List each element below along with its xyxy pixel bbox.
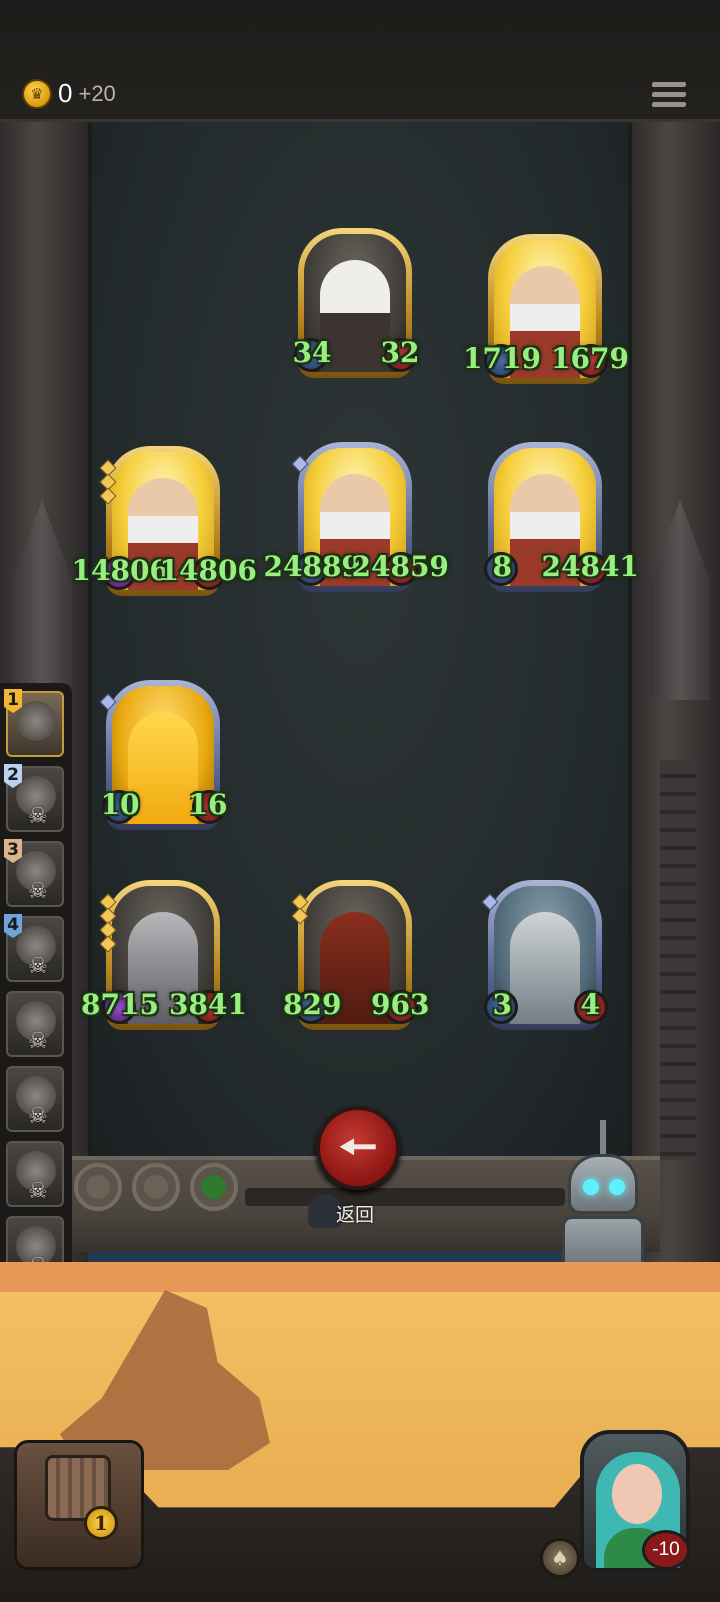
- minion-health: 32: [380, 336, 420, 369]
- empty-slot: [74, 1163, 122, 1211]
- avatar: [16, 701, 56, 741]
- acorn-icon[interactable]: ♠: [540, 1538, 580, 1578]
- minion-health: 963: [371, 988, 430, 1021]
- empty-slot: [132, 1163, 180, 1211]
- gold-income: +20: [78, 80, 116, 106]
- minion-attack: 8715: [81, 988, 159, 1021]
- skull-icon: ☠: [28, 879, 48, 904]
- minion-attack: 1719: [463, 342, 541, 375]
- opponent-portrait[interactable]: ☠: [6, 991, 64, 1057]
- minion-health: 14806: [159, 554, 257, 587]
- skull-icon: ☠: [28, 804, 48, 829]
- board-rail: [245, 1188, 565, 1206]
- minion-attack: 14806: [71, 554, 169, 587]
- treasure-chest-button[interactable]: [14, 1440, 144, 1570]
- chest-count-badge: 1: [84, 1506, 118, 1540]
- minion-attack: 829: [283, 988, 342, 1021]
- back-button-label: 返回: [336, 1204, 375, 1226]
- top-bar: ♛ 0 +20: [0, 0, 720, 122]
- minion-attack: 8: [492, 550, 512, 583]
- minion-health: 3841: [169, 988, 247, 1021]
- minion-attack: 34: [292, 336, 332, 369]
- back-button[interactable]: 🠔: [316, 1106, 400, 1190]
- minion-health: 24841: [541, 550, 639, 583]
- skull-icon: ☠: [28, 954, 48, 979]
- minion-health: 16: [188, 788, 228, 821]
- minion-health: 24859: [351, 550, 449, 583]
- crown-coin-icon: ♛: [22, 78, 52, 109]
- skull-icon: ☠: [28, 1179, 48, 1204]
- minion-attack: 3: [492, 988, 512, 1021]
- gold-amount: 0: [58, 78, 73, 108]
- opponent-portrait[interactable]: ☠: [6, 1141, 64, 1207]
- opponent-portrait[interactable]: ☠ 3: [4, 839, 64, 907]
- opponent-portrait[interactable]: ☠ 4: [4, 914, 64, 982]
- minion-health: 4: [580, 988, 600, 1021]
- skull-icon: ☠: [28, 1029, 48, 1054]
- hamburger-menu-icon[interactable]: [651, 82, 687, 114]
- right-column: [660, 760, 696, 1160]
- hero-health: -10: [642, 1530, 690, 1570]
- minion-attack: 24889: [263, 550, 361, 583]
- minion-attack: 10: [100, 788, 140, 821]
- minion-health: 1679: [551, 342, 629, 375]
- hex-nut-slot: [190, 1163, 238, 1211]
- opponent-portrait[interactable]: 1: [4, 689, 64, 757]
- skull-icon: ☠: [28, 1104, 48, 1129]
- opponent-portrait[interactable]: ☠ 2: [4, 764, 64, 832]
- gold-counter: ♛ 0 +20: [22, 78, 116, 109]
- arrow-left-icon: 🠔: [338, 1122, 378, 1173]
- opponent-portrait[interactable]: ☠: [6, 1066, 64, 1132]
